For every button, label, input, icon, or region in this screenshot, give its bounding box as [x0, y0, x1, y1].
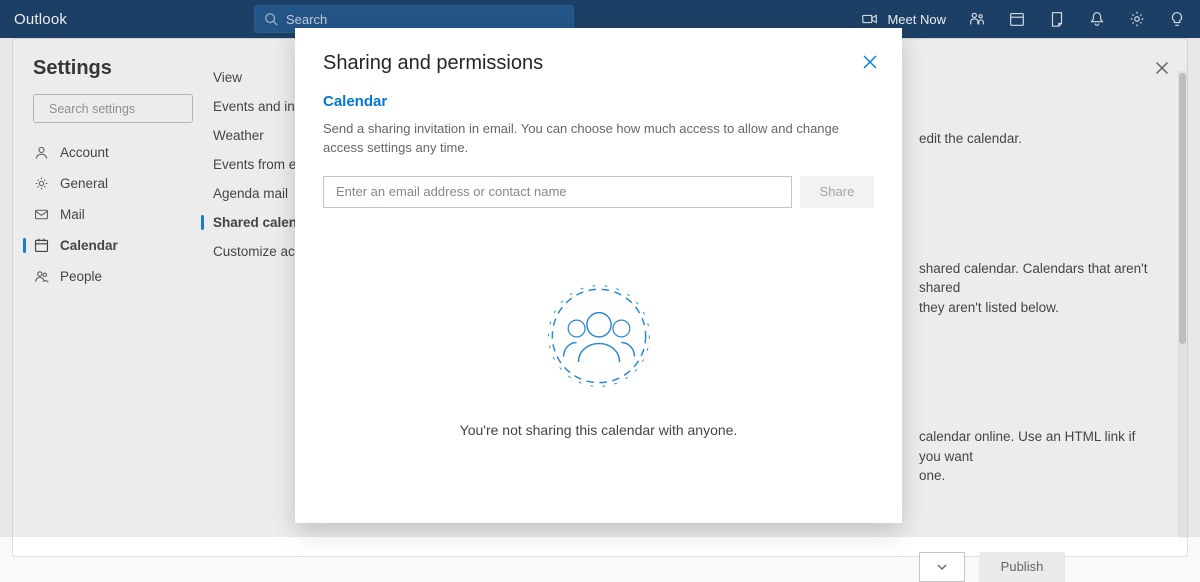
empty-state-text: You're not sharing this calendar with an… — [323, 420, 874, 440]
modal-subtitle: Calendar — [323, 93, 874, 110]
people-illustration-icon — [543, 280, 655, 392]
modal-description: Send a sharing invitation in email. You … — [323, 120, 873, 158]
chevron-down-icon — [936, 561, 948, 573]
sharing-permissions-modal: Sharing and permissions Calendar Send a … — [295, 28, 902, 523]
publish-button[interactable]: Publish — [979, 552, 1065, 582]
empty-state: You're not sharing this calendar with an… — [323, 280, 874, 440]
share-email-input[interactable] — [323, 176, 792, 208]
modal-close-button[interactable] — [856, 48, 884, 76]
dropdown-button[interactable] — [919, 552, 965, 582]
modal-title: Sharing and permissions — [323, 52, 874, 75]
share-button[interactable]: Share — [800, 176, 874, 208]
close-icon — [863, 55, 877, 69]
